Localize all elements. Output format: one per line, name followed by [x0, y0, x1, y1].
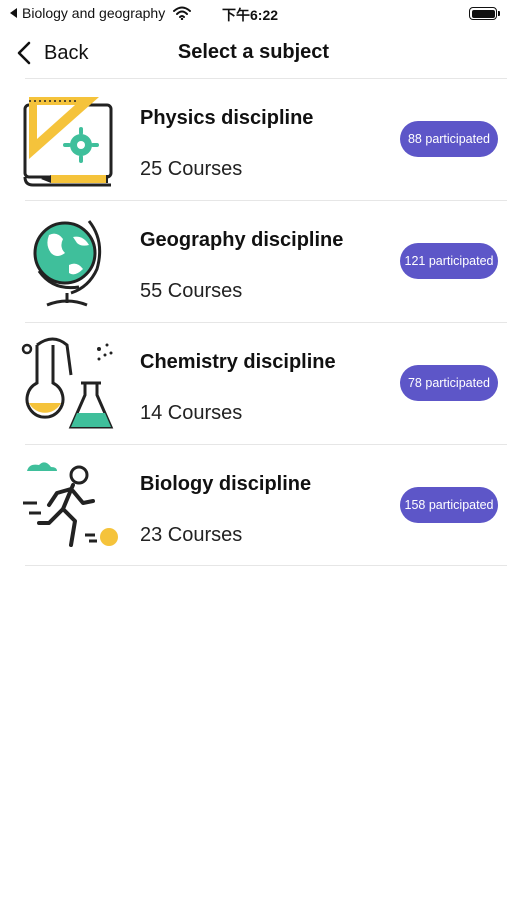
running-person-icon [23, 462, 118, 547]
list-item[interactable]: Geography discipline 55 Courses 121 part… [25, 200, 507, 322]
wifi-icon [173, 6, 192, 20]
back-to-app[interactable]: Biology and geography [10, 5, 192, 21]
status-time: 下午6:22 [222, 7, 279, 23]
back-button[interactable]: Back [14, 40, 88, 66]
participated-badge: 88 participated [400, 121, 498, 157]
course-count: 55 Courses [140, 280, 243, 302]
subject-title: Biology discipline [140, 473, 312, 495]
subject-title: Chemistry discipline [140, 351, 336, 373]
navigation-bar: Select a subject Back [0, 28, 507, 78]
subject-title: Geography discipline [140, 229, 344, 251]
chevron-left-icon [17, 41, 31, 65]
list-item[interactable]: Physics discipline 25 Courses 88 partici… [23, 78, 507, 200]
status-bar: Biology and geography 下午6:22 [0, 0, 507, 28]
participated-badge: 158 participated [400, 487, 498, 523]
physics-drafting-icon [23, 97, 113, 187]
list-item[interactable]: Chemistry discipline 14 Courses 78 parti… [21, 322, 507, 444]
list-item[interactable]: Biology discipline 23 Courses 158 partic… [23, 444, 507, 566]
course-count: 14 Courses [140, 402, 243, 424]
back-app-arrow-icon [10, 8, 17, 18]
flask-icon [21, 337, 114, 429]
participated-badge: 121 participated [400, 243, 498, 279]
course-count: 25 Courses [140, 158, 243, 180]
back-app-label: Biology and geography [22, 5, 166, 21]
participated-badge: 78 participated [400, 365, 498, 401]
subject-list: Physics discipline 25 Courses 88 partici… [21, 78, 507, 566]
battery-icon [469, 7, 500, 20]
course-count: 23 Courses [140, 524, 243, 546]
subject-title: Physics discipline [140, 107, 314, 129]
globe-icon [33, 220, 102, 307]
back-label: Back [44, 41, 89, 64]
